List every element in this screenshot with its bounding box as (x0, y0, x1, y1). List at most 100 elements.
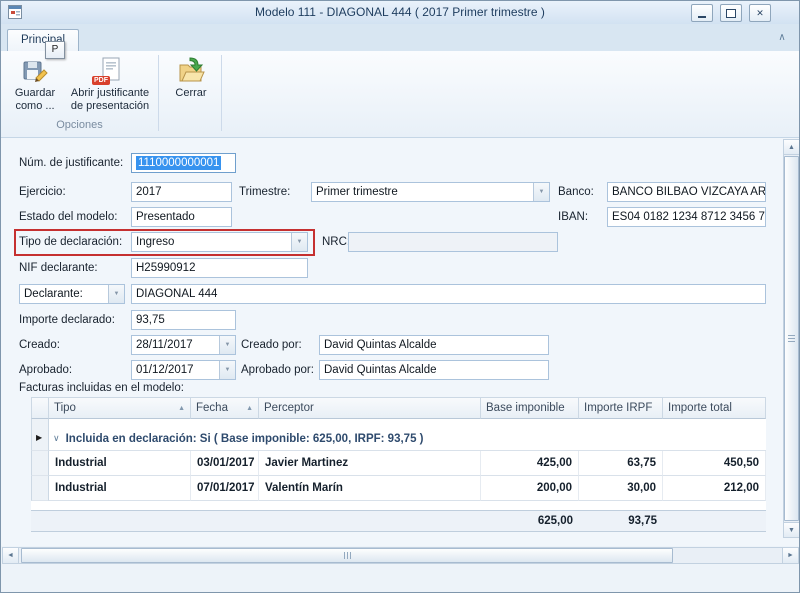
tab-principal[interactable]: Principal (7, 29, 79, 52)
grid-spacer (31, 501, 766, 510)
horizontal-scroll-thumb[interactable] (21, 548, 673, 563)
scroll-down-button[interactable]: ▼ (784, 522, 799, 537)
creado-por-label: Creado por: (241, 335, 302, 355)
cell-base-imponible: 200,00 (481, 476, 579, 501)
grid-header-importe-total[interactable]: Importe total (663, 397, 766, 419)
ribbon-separator (158, 55, 159, 131)
modelo-111-window: Modelo 111 - DIAGONAL 444 ( 2017 Primer … (0, 0, 800, 593)
ejercicio-value: 2017 (136, 186, 162, 198)
guardar-como-button[interactable]: Guardar como ... (7, 55, 63, 113)
scroll-left-icon: ◄ (7, 552, 14, 559)
grid-spacer (31, 419, 766, 427)
declarante-dropdown-icon[interactable]: ▼ (108, 285, 124, 303)
declarante-value: DIAGONAL 444 (136, 288, 217, 300)
creado-por-input[interactable]: David Quintas Alcalde (319, 335, 549, 355)
banco-label: Banco: (558, 182, 594, 202)
grid-header-base-imponible[interactable]: Base imponible (481, 397, 579, 419)
cell-tipo: Industrial (49, 451, 191, 476)
scroll-right-button[interactable]: ► (782, 548, 798, 563)
grid-header-gutter (31, 397, 49, 419)
group-expand-icon[interactable]: ∨ (53, 433, 60, 444)
estado-modelo-input[interactable]: Presentado (131, 207, 232, 227)
titlebar[interactable]: Modelo 111 - DIAGONAL 444 ( 2017 Primer … (1, 1, 799, 25)
num-justificante-value: 1110000000001 (136, 156, 221, 170)
creado-label: Creado: (19, 335, 60, 355)
open-folder-arrow-icon (177, 57, 205, 85)
estado-modelo-label: Estado del modelo: (19, 207, 117, 227)
aprobado-label: Aprobado: (19, 360, 72, 380)
cell-importe-total: 450,50 (663, 451, 766, 476)
iban-value: ES04 0182 1234 8712 3456 7899 (612, 211, 766, 223)
banco-input[interactable]: BANCO BILBAO VIZCAYA ARGENTARIA (607, 182, 766, 202)
horizontal-scrollbar[interactable]: ◄ ► (2, 547, 799, 564)
minimize-button[interactable] (691, 4, 713, 22)
ribbon-separator (221, 55, 222, 131)
creado-value: 28/11/2017 (136, 339, 193, 351)
invoice-row-1[interactable]: Industrial 03/01/2017 Javier Martinez 42… (31, 451, 766, 476)
nrc-label: NRC: (322, 232, 350, 252)
facturas-grid: Tipo▲ Fecha▲ Perceptor Base imponible Im… (31, 397, 766, 532)
sort-asc-icon: ▲ (243, 405, 253, 412)
declarante-selector-label: Declarante: (24, 288, 83, 300)
trimestre-combo[interactable]: Primer trimestre ▼ (311, 182, 550, 202)
ejercicio-input[interactable]: 2017 (131, 182, 232, 202)
cell-importe-total: 212,00 (663, 476, 766, 501)
pdf-badge: PDF (92, 76, 110, 85)
num-justificante-input[interactable]: 1110000000001 (131, 153, 236, 173)
grid-header-tipo[interactable]: Tipo▲ (49, 397, 191, 419)
abrir-justificante-label-1: Abrir justificante (71, 87, 149, 100)
invoice-row-2[interactable]: Industrial 07/01/2017 Valentín Marín 200… (31, 476, 766, 501)
vertical-scroll-thumb[interactable] (784, 156, 799, 521)
importe-declarado-label: Importe declarado: (19, 310, 115, 330)
aprobado-dropdown-icon[interactable]: ▼ (219, 361, 235, 379)
grid-header-fecha[interactable]: Fecha▲ (191, 397, 259, 419)
iban-input[interactable]: ES04 0182 1234 8712 3456 7899 (607, 207, 766, 227)
trimestre-dropdown-icon[interactable]: ▼ (533, 183, 549, 201)
creado-date-picker[interactable]: 28/11/2017 ▼ (131, 335, 236, 355)
restore-button[interactable] (720, 4, 742, 22)
cerrar-label: Cerrar (175, 87, 206, 100)
ribbon-group-opciones: Opciones (1, 119, 158, 131)
nif-declarante-input[interactable]: H25990912 (131, 258, 308, 278)
grid-group-row[interactable]: ▶ ∨ Incluida en declaración: Si ( Base i… (31, 427, 766, 451)
iban-label: IBAN: (558, 207, 588, 227)
keytip-badge: P (45, 41, 65, 59)
declarante-input[interactable]: DIAGONAL 444 (131, 284, 766, 304)
nif-declarante-label: NIF declarante: (19, 258, 98, 278)
creado-dropdown-icon[interactable]: ▼ (219, 336, 235, 354)
tipo-declaracion-dropdown-icon[interactable]: ▼ (291, 233, 307, 251)
importe-declarado-input[interactable]: 93,75 (131, 310, 236, 330)
ejercicio-label: Ejercicio: (19, 182, 66, 202)
grid-header-perceptor[interactable]: Perceptor (259, 397, 481, 419)
summary-importe-irpf: 93,75 (579, 510, 663, 532)
group-row-text: Incluida en declaración: Si ( Base impon… (66, 433, 424, 445)
minimize-icon (698, 16, 706, 18)
scroll-right-icon: ► (787, 552, 794, 559)
importe-declarado-value: 93,75 (136, 314, 165, 326)
scroll-left-button[interactable]: ◄ (3, 548, 19, 563)
cerrar-button[interactable]: Cerrar (164, 55, 218, 100)
ribbon: Guardar como ... PDF Abrir justificante … (1, 51, 799, 138)
declarante-selector-button[interactable]: Declarante: ▼ (19, 284, 125, 304)
aprobado-por-label: Aprobado por: (241, 360, 314, 380)
trimestre-label: Trimestre: (239, 182, 290, 202)
ribbon-collapse-icon[interactable]: ∧ (774, 31, 790, 46)
aprobado-date-picker[interactable]: 01/12/2017 ▼ (131, 360, 236, 380)
sort-asc-icon: ▲ (175, 405, 185, 412)
vertical-scrollbar[interactable]: ▲ ▼ (783, 139, 800, 538)
scroll-up-button[interactable]: ▲ (784, 140, 799, 155)
creado-por-value: David Quintas Alcalde (324, 339, 437, 351)
cell-base-imponible: 425,00 (481, 451, 579, 476)
ribbon-tab-row: Principal ∧ (1, 24, 799, 51)
aprobado-por-input[interactable]: David Quintas Alcalde (319, 360, 549, 380)
grid-header-importe-irpf[interactable]: Importe IRPF (579, 397, 663, 419)
nrc-input[interactable] (348, 232, 558, 252)
aprobado-por-value: David Quintas Alcalde (324, 364, 437, 376)
tipo-declaracion-combo[interactable]: Ingreso ▼ (131, 232, 308, 252)
grid-summary-row: 625,00 93,75 (31, 510, 766, 532)
scroll-down-icon: ▼ (788, 527, 795, 534)
close-button[interactable]: ✕ (749, 4, 771, 22)
trimestre-value: Primer trimestre (316, 186, 398, 198)
close-icon: ✕ (756, 9, 764, 18)
abrir-justificante-button[interactable]: PDF Abrir justificante de presentación (65, 55, 155, 113)
